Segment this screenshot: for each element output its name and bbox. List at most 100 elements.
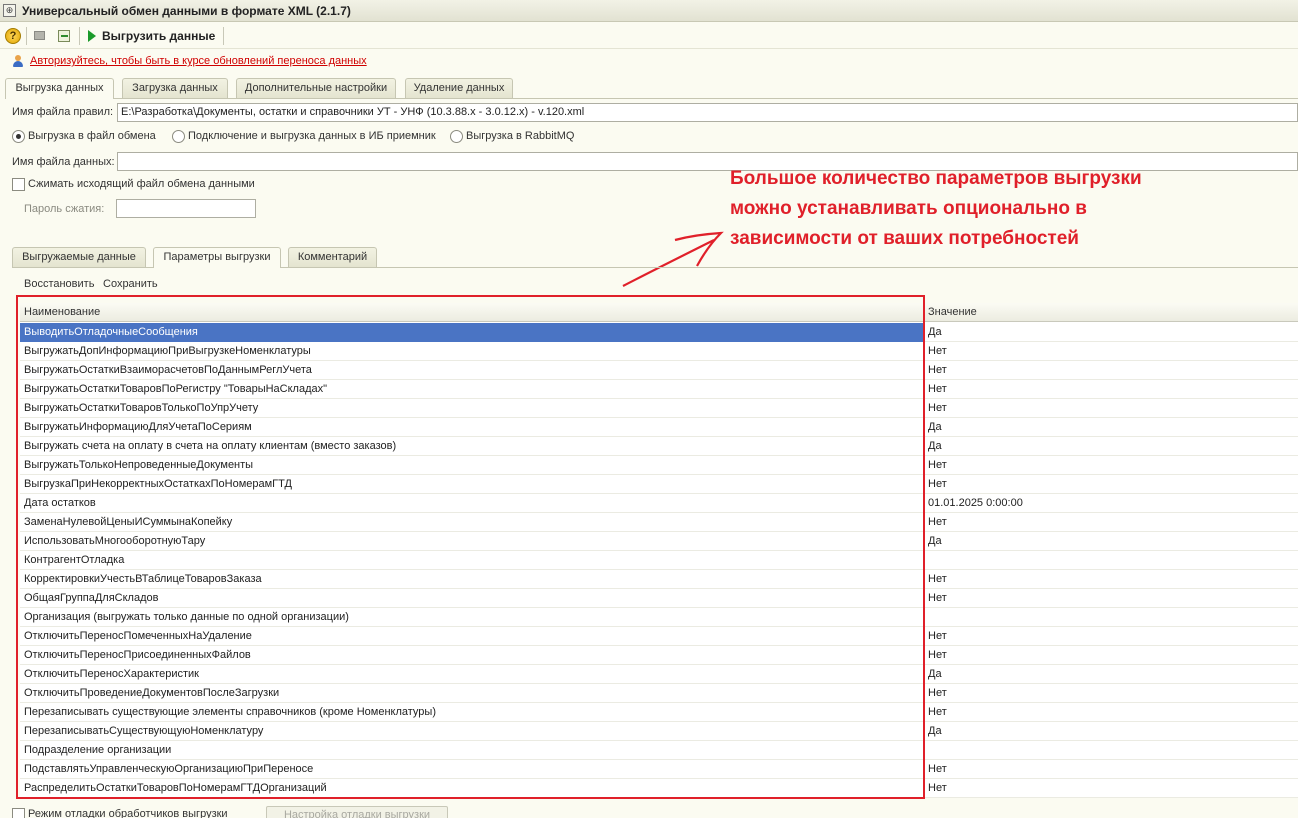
table-row[interactable]: КонтрагентОтладка: [20, 551, 1298, 570]
table-row[interactable]: Организация (выгружать только данные по …: [20, 608, 1298, 627]
table-row[interactable]: РаспределитьОстаткиТоваровПоНомерамГТДОр…: [20, 779, 1298, 798]
tab-export-parameters[interactable]: Параметры выгрузки: [153, 247, 281, 268]
tab-comment[interactable]: Комментарий: [288, 247, 377, 267]
param-name-cell[interactable]: КонтрагентОтладка: [24, 554, 919, 566]
export-to-file-icon[interactable]: [56, 28, 72, 44]
table-row[interactable]: ПерезаписыватьСуществующуюНоменклатуру Да: [20, 722, 1298, 741]
table-row[interactable]: ОтключитьПереносПрисоединенныхФайлов Нет: [20, 646, 1298, 665]
param-name-cell[interactable]: ПодставлятьУправленческуюОрганизациюПриП…: [24, 763, 919, 775]
param-name-cell[interactable]: Подразделение организации: [24, 744, 919, 756]
param-value-cell[interactable]: Нет: [928, 402, 947, 414]
param-value-cell[interactable]: Нет: [928, 383, 947, 395]
tab-delete-data[interactable]: Удаление данных: [405, 78, 513, 98]
param-value-cell[interactable]: Нет: [928, 763, 947, 775]
param-name-cell[interactable]: РаспределитьОстаткиТоваровПоНомерамГТДОр…: [24, 782, 919, 794]
param-value-cell[interactable]: Нет: [928, 364, 947, 376]
rules-file-label: Имя файла правил:: [12, 106, 114, 118]
password-field[interactable]: [116, 199, 256, 218]
radio-dot: [450, 130, 463, 143]
tab-exported-data[interactable]: Выгружаемые данные: [12, 247, 146, 267]
param-name-cell[interactable]: ВыгружатьОстаткиТоваровТолькоПоУпрУчету: [24, 402, 919, 414]
column-separator: [923, 456, 924, 475]
toolbar: ? Выгрузить данные: [0, 23, 1298, 49]
column-header-value[interactable]: Значение: [928, 306, 977, 318]
param-name-cell[interactable]: ВыгружатьТолькоНепроведенныеДокументы: [24, 459, 919, 471]
param-name-cell[interactable]: ЗаменаНулевойЦеныИСуммынаКопейку: [24, 516, 919, 528]
param-value-cell[interactable]: Нет: [928, 345, 947, 357]
param-value-cell[interactable]: Да: [928, 668, 942, 680]
param-name-cell[interactable]: ОтключитьПереносХарактеристик: [24, 668, 919, 680]
help-icon[interactable]: ?: [5, 28, 21, 44]
table-row[interactable]: КорректировкиУчестьВТаблицеТоваровЗаказа…: [20, 570, 1298, 589]
restore-button[interactable]: Восстановить: [24, 278, 94, 290]
param-name-cell[interactable]: Перезаписывать существующие элементы спр…: [24, 706, 919, 718]
table-row[interactable]: ОбщаяГруппаДляСкладов Нет: [20, 589, 1298, 608]
param-value-cell[interactable]: Да: [928, 535, 942, 547]
param-name-cell[interactable]: ВыгружатьОстаткиТоваровПоРегистру "Товар…: [24, 383, 919, 395]
param-value-cell[interactable]: Нет: [928, 706, 947, 718]
param-value-cell[interactable]: Нет: [928, 516, 947, 528]
table-row[interactable]: ВыгрузкаПриНекорректныхОстаткахПоНомерам…: [20, 475, 1298, 494]
param-value-cell[interactable]: Да: [928, 440, 942, 452]
param-name-cell[interactable]: ВыводитьОтладочныеСообщения: [24, 326, 919, 338]
table-row[interactable]: ВыгружатьОстаткиТоваровТолькоПоУпрУчету Н…: [20, 399, 1298, 418]
table-row[interactable]: ПодставлятьУправленческуюОрганизациюПриП…: [20, 760, 1298, 779]
table-row[interactable]: ВыводитьОтладочныеСообщения Да: [20, 323, 1298, 342]
table-row[interactable]: ОтключитьПереносПомеченныхНаУдаление Нет: [20, 627, 1298, 646]
rules-file-field[interactable]: E:\Разработка\Документы, остатки и справ…: [117, 103, 1298, 122]
table-row[interactable]: ИспользоватьМногооборотнуюТару Да: [20, 532, 1298, 551]
param-name-cell[interactable]: Дата остатков: [24, 497, 919, 509]
param-value-cell[interactable]: Нет: [928, 782, 947, 794]
param-value-cell[interactable]: Да: [928, 326, 942, 338]
column-separator: [923, 722, 924, 741]
table-row[interactable]: Выгружать счета на оплату в счета на опл…: [20, 437, 1298, 456]
table-row[interactable]: ОтключитьПереносХарактеристик Да: [20, 665, 1298, 684]
param-name-cell[interactable]: Выгружать счета на оплату в счета на опл…: [24, 440, 919, 452]
document-icon[interactable]: [32, 28, 48, 44]
export-data-button[interactable]: Выгрузить данные: [84, 26, 223, 46]
param-value-cell[interactable]: 01.01.2025 0:00:00: [928, 497, 1023, 509]
param-name-cell[interactable]: Организация (выгружать только данные по …: [24, 611, 919, 623]
parameters-table[interactable]: Наименование Значение ВыводитьОтладочные…: [20, 303, 1298, 798]
param-name-cell[interactable]: ПерезаписыватьСуществующуюНоменклатуру: [24, 725, 919, 737]
table-row[interactable]: ЗаменаНулевойЦеныИСуммынаКопейку Нет: [20, 513, 1298, 532]
param-value-cell[interactable]: Да: [928, 421, 942, 433]
param-name-cell[interactable]: ВыгружатьОстаткиВзаиморасчетовПоДаннымРе…: [24, 364, 919, 376]
table-row[interactable]: ВыгружатьОстаткиВзаиморасчетовПоДаннымРе…: [20, 361, 1298, 380]
param-name-cell[interactable]: ОбщаяГруппаДляСкладов: [24, 592, 919, 604]
param-name-cell[interactable]: ОтключитьПроведениеДокументовПослеЗагруз…: [24, 687, 919, 699]
param-value-cell[interactable]: Нет: [928, 687, 947, 699]
window-title: Универсальный обмен данными в формате XM…: [22, 4, 351, 18]
param-value-cell[interactable]: Нет: [928, 573, 947, 585]
table-header: Наименование Значение: [20, 303, 1298, 322]
table-row[interactable]: Дата остатков 01.01.2025 0:00:00: [20, 494, 1298, 513]
param-value-cell[interactable]: Да: [928, 725, 942, 737]
tab-export[interactable]: Выгрузка данных: [5, 78, 114, 99]
param-value-cell[interactable]: Нет: [928, 459, 947, 471]
app-icon: ⊕: [3, 4, 16, 17]
param-name-cell[interactable]: ВыгружатьДопИнформациюПриВыгрузкеНоменкл…: [24, 345, 919, 357]
param-name-cell[interactable]: ИспользоватьМногооборотнуюТару: [24, 535, 919, 547]
param-value-cell[interactable]: Нет: [928, 478, 947, 490]
table-row[interactable]: ОтключитьПроведениеДокументовПослеЗагруз…: [20, 684, 1298, 703]
table-row[interactable]: ВыгружатьОстаткиТоваровПоРегистру "Товар…: [20, 380, 1298, 399]
table-row[interactable]: ВыгружатьДопИнформациюПриВыгрузкеНоменкл…: [20, 342, 1298, 361]
table-row[interactable]: Перезаписывать существующие элементы спр…: [20, 703, 1298, 722]
table-row[interactable]: ВыгружатьИнформациюДляУчетаПоСериям Да: [20, 418, 1298, 437]
table-row[interactable]: Подразделение организации: [20, 741, 1298, 760]
table-row[interactable]: ВыгружатьТолькоНепроведенныеДокументы Нет: [20, 456, 1298, 475]
param-value-cell[interactable]: Нет: [928, 592, 947, 604]
param-name-cell[interactable]: КорректировкиУчестьВТаблицеТоваровЗаказа: [24, 573, 919, 585]
param-value-cell[interactable]: Нет: [928, 649, 947, 661]
param-name-cell[interactable]: ВыгружатьИнформациюДляУчетаПоСериям: [24, 421, 919, 433]
column-header-name[interactable]: Наименование: [24, 306, 100, 318]
debug-settings-button[interactable]: Настройка отладки выгрузки: [266, 806, 448, 818]
param-value-cell[interactable]: Нет: [928, 630, 947, 642]
tab-additional-settings[interactable]: Дополнительные настройки: [236, 78, 396, 98]
param-name-cell[interactable]: ВыгрузкаПриНекорректныхОстаткахПоНомерам…: [24, 478, 919, 490]
param-name-cell[interactable]: ОтключитьПереносПомеченныхНаУдаление: [24, 630, 919, 642]
save-button[interactable]: Сохранить: [103, 278, 158, 290]
tab-import[interactable]: Загрузка данных: [122, 78, 228, 98]
auth-link[interactable]: Авторизуйтесь, чтобы быть в курсе обновл…: [30, 55, 367, 67]
param-name-cell[interactable]: ОтключитьПереносПрисоединенныхФайлов: [24, 649, 919, 661]
